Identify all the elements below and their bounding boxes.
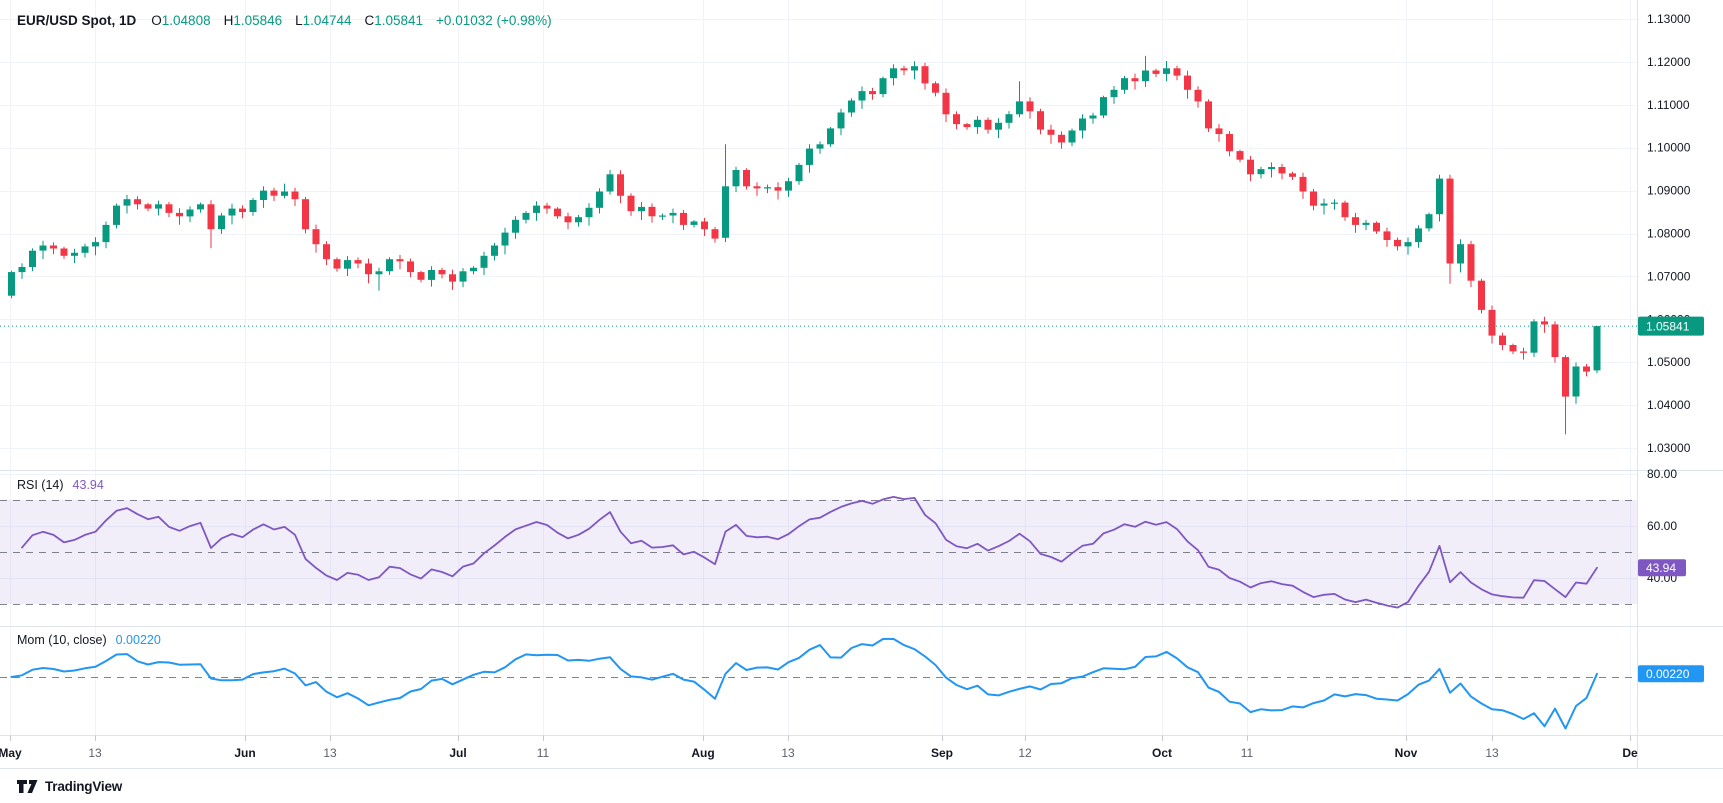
ohlc-open: O1.04808 [151,13,210,28]
mom-line [12,639,1598,729]
ohlc-close-value: 1.05841 [374,13,423,28]
svg-text:1.05841: 1.05841 [1646,320,1690,334]
time-tick-12: 12 [1018,746,1031,760]
pane-separators [0,0,1723,769]
svg-text:1.08000: 1.08000 [1647,227,1691,241]
time-tick-13: 13 [1485,746,1498,760]
svg-text:80.00: 80.00 [1647,467,1677,481]
tradingview-logo-icon[interactable] [17,779,38,794]
symbol-title[interactable]: EUR/USD Spot, 1D [17,13,136,28]
mom-title: Mom (10, close) [17,633,107,647]
price-axis[interactable]: 1.13000 1.12000 1.11000 1.10000 1.09000 1.080… [1647,12,1691,455]
ohlc-close: C1.05841 [364,13,423,28]
mom-legend[interactable]: Mom (10, close) 0.00220 [17,633,161,647]
time-tick-11: 11 [537,746,549,760]
chart-canvas[interactable]: 1.13000 1.12000 1.11000 1.10000 1.09000 1.080… [0,0,1723,803]
ohlc-low-value: 1.04744 [303,13,352,28]
time-tick-aug: Aug [691,746,714,760]
time-tick-may: May [0,746,22,760]
svg-text:1.03000: 1.03000 [1647,441,1691,455]
mom-value: 0.00220 [116,633,161,647]
time-tick-nov: Nov [1395,746,1418,760]
ohlc-low-key: L [295,13,303,28]
time-axis[interactable]: May 13 Jun 13 Jul 11 Aug 13 Sep 12 Oct 11 Nov 13 De [0,741,1723,767]
svg-text:1.09000: 1.09000 [1647,184,1691,198]
ohlc-high: H1.05846 [224,13,283,28]
rsi-value: 43.94 [73,478,104,492]
ohlc-high-value: 1.05846 [233,13,282,28]
footer: TradingView [0,769,1723,803]
svg-text:1.10000: 1.10000 [1647,141,1691,155]
time-tick-13: 13 [323,746,336,760]
vertical-gridlines [11,0,1631,735]
ohlc-close-key: C [364,13,374,28]
svg-text:1.11000: 1.11000 [1647,98,1690,112]
svg-text:1.13000: 1.13000 [1647,12,1691,26]
time-tick-jun: Jun [234,746,255,760]
svg-text:1.05000: 1.05000 [1647,355,1691,369]
price-change: +0.01032 (+0.98%) [436,13,552,28]
ohlc-open-key: O [151,13,162,28]
chart-legend[interactable]: EUR/USD Spot, 1D O1.04808 H1.05846 L1.04… [17,13,552,28]
rsi-legend[interactable]: RSI (14) 43.94 [17,478,104,492]
ohlc-high-key: H [224,13,234,28]
svg-text:1.07000: 1.07000 [1647,269,1691,283]
value-badges: 1.05841 43.94 0.00220 [1638,317,1704,683]
time-tick-sep: Sep [931,746,953,760]
svg-text:1.12000: 1.12000 [1647,55,1691,69]
ohlc-open-value: 1.04808 [162,13,211,28]
rsi-title: RSI (14) [17,478,64,492]
svg-text:0.00220: 0.00220 [1646,667,1690,681]
tradingview-chart-window: 1.13000 1.12000 1.11000 1.10000 1.09000 1.080… [0,0,1723,803]
time-tick-de: De [1622,746,1637,760]
svg-text:60.00: 60.00 [1647,519,1677,533]
svg-text:43.94: 43.94 [1646,561,1676,575]
svg-text:1.04000: 1.04000 [1647,398,1691,412]
time-tick-jul: Jul [449,746,466,760]
tradingview-logo-text[interactable]: TradingView [45,779,122,794]
time-tick-13: 13 [781,746,794,760]
time-tick-13: 13 [88,746,101,760]
candlesticks [8,56,1601,434]
time-tick-oct: Oct [1152,746,1172,760]
ohlc-low: L1.04744 [295,13,351,28]
time-tick-11: 11 [1241,746,1253,760]
